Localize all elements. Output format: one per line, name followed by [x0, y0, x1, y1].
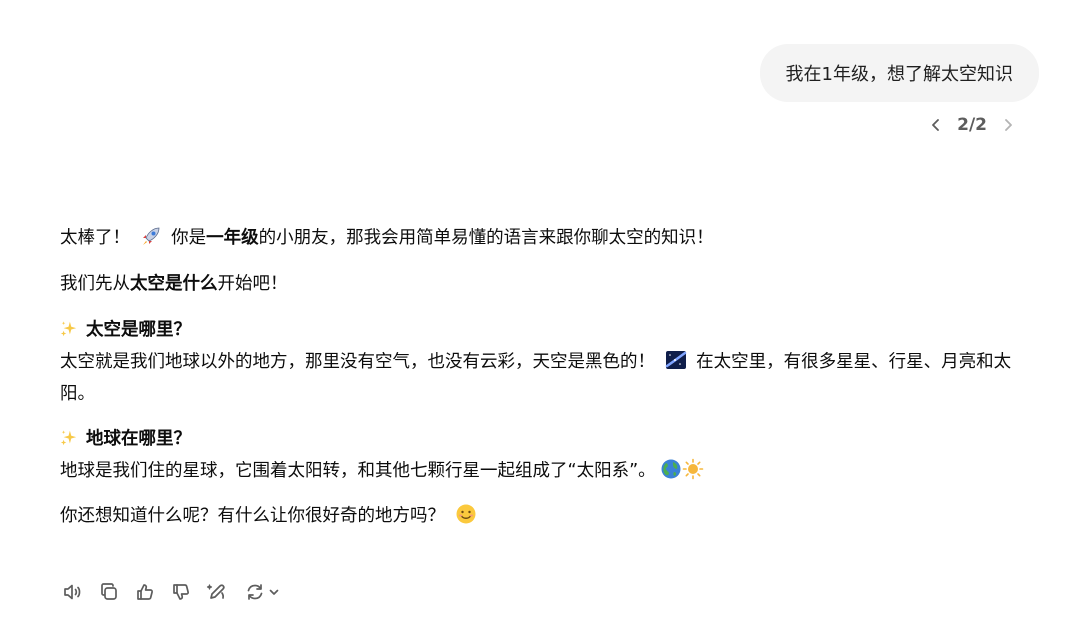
start-text-a: 我们先从 [60, 274, 130, 294]
section-body-earth: 地球是我们住的星球，它围着太阳转，和其他七颗行星一起组成了“太阳系”。 [60, 455, 1020, 487]
response-pager: 2/2 [925, 114, 1019, 136]
good-response-button[interactable] [132, 578, 158, 606]
user-message-text: 我在1年级，想了解太空知识 [785, 64, 1013, 85]
user-message-row: 我在1年级，想了解太空知识 [759, 44, 1039, 102]
previous-response-button[interactable] [925, 114, 947, 136]
section-title-earth: 地球在哪里？ [86, 429, 191, 449]
next-response-button[interactable] [997, 114, 1019, 136]
sun-icon [682, 458, 703, 480]
chevron-down-icon [269, 589, 279, 595]
edit-in-canvas-button[interactable] [204, 578, 230, 606]
start-text-b: 开始吧！ [217, 274, 288, 294]
intro-bold-grade: 一年级 [206, 228, 259, 248]
bad-response-button[interactable] [168, 578, 194, 606]
earth-globe-icon [661, 459, 681, 479]
intro-text-a: 太棒了！ [60, 228, 130, 248]
section-what-is-space: 太空是哪里？ 太空就是我们地球以外的地方，那里没有空气，也没有云彩，天空是黑色的… [60, 314, 1020, 410]
sparkles-icon [60, 430, 77, 446]
refresh-icon [247, 584, 263, 600]
intro-text-b: 你是 [171, 228, 207, 248]
closing-paragraph: 你还想知道什么呢？有什么让你很好奇的地方吗？ [60, 500, 1020, 532]
intro-text-c: 的小朋友，那我会用简单易懂的语言来跟你聊太空的知识！ [258, 228, 714, 248]
start-paragraph: 我们先从太空是什么开始吧！ [60, 268, 1020, 300]
assistant-message: 太棒了！ 你是一年级的小朋友，那我会用简单易懂的语言来跟你聊太空的知识！ 我们先… [60, 222, 1020, 532]
milky-way-icon [665, 351, 686, 369]
copy-icon [101, 583, 117, 600]
earth-text: 地球是我们住的星球，它围着太阳转，和其他七颗行星一起组成了“太阳系”。 [60, 461, 656, 481]
space-text-a: 太空就是我们地球以外的地方，那里没有空气，也没有云彩，天空是黑色的！ [60, 352, 655, 372]
section-heading-earth: 地球在哪里？ [60, 423, 1020, 455]
section-heading-space: 太空是哪里？ [60, 314, 1020, 346]
pager-label: 2/2 [957, 115, 987, 135]
message-action-bar [60, 578, 284, 606]
section-title-space: 太空是哪里？ [86, 320, 191, 340]
read-aloud-button[interactable] [60, 578, 86, 606]
regenerate-button[interactable] [240, 578, 284, 606]
section-where-is-earth: 地球在哪里？ 地球是我们住的星球，它围着太阳转，和其他七颗行星一起组成了“太阳系… [60, 423, 1020, 487]
pen-sparkle-icon [206, 584, 225, 599]
chevron-left-icon [932, 119, 940, 131]
rocket-icon [142, 227, 159, 245]
section-body-space: 太空就是我们地球以外的地方，那里没有空气，也没有云彩，天空是黑色的！ 在太空里，… [60, 346, 1020, 410]
chevron-right-icon [1005, 119, 1012, 131]
smiling-face-icon [456, 504, 476, 524]
sparkles-icon [60, 321, 77, 337]
closing-text: 你还想知道什么呢？有什么让你很好奇的地方吗？ [60, 506, 445, 526]
user-message-bubble: 我在1年级，想了解太空知识 [759, 44, 1039, 102]
speaker-icon [64, 584, 81, 600]
copy-button[interactable] [96, 578, 122, 606]
intro-paragraph: 太棒了！ 你是一年级的小朋友，那我会用简单易懂的语言来跟你聊太空的知识！ [60, 222, 1020, 254]
start-bold-topic: 太空是什么 [130, 274, 218, 294]
thumbs-up-icon [137, 584, 154, 600]
thumbs-down-icon [173, 584, 190, 600]
